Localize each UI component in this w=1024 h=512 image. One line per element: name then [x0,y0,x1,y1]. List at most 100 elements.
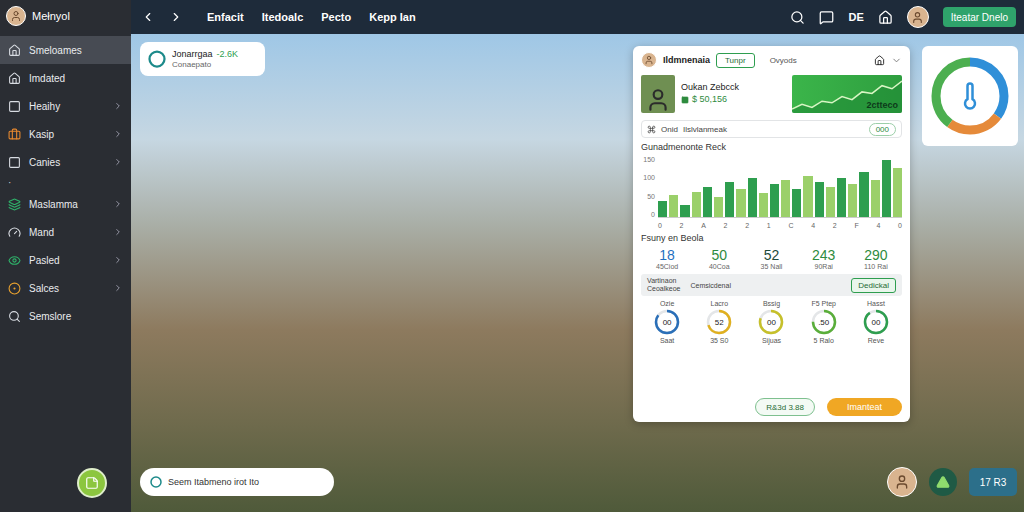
chevron-right-icon [113,255,123,265]
bottom-actions: 17 R3 [887,467,1017,497]
nav-links: Enfacit Itedoalc Pecto Kepp Ian [207,11,416,23]
bar[interactable] [803,176,812,217]
back-icon[interactable] [141,10,155,24]
donut-segment [936,62,1004,130]
chevron-down-icon[interactable] [891,55,902,66]
money-icon [681,96,689,104]
search-icon[interactable] [790,10,805,25]
sidebar-item[interactable]: Salces [0,274,131,302]
ring-value: 00 [758,309,784,335]
status-icon [148,50,166,68]
city-photo: Jonarrgaa-2.6KConaepatoIldmnenaiaTunprOv… [131,34,1024,512]
summary-title: Jonarrgaa-2.6K [172,49,238,60]
x-label: 4 [811,222,815,229]
x-label: F [854,222,858,229]
bar[interactable] [848,184,857,217]
up-button[interactable] [929,468,957,496]
bar[interactable] [770,184,779,217]
sidebar-label: Semslore [29,311,123,322]
bar[interactable] [893,168,902,217]
bar[interactable] [837,178,846,217]
primary-button[interactable]: Imanteat [827,398,902,416]
top-actions: DE Iteatar Dnelo [790,6,1016,28]
nav-link[interactable]: Itedoalc [262,11,304,23]
profile-chart: 2ctteco [792,75,902,113]
profile-name: Oukan Zebcck [681,82,786,94]
card-tab[interactable]: Ovyods [761,53,806,68]
chart-label: 2ctteco [866,100,898,110]
sub-button[interactable]: Dedickal [851,278,896,293]
stat: 5040Coa [693,247,745,270]
bar[interactable] [714,197,723,217]
bar[interactable] [725,182,734,217]
user-icon [894,474,910,490]
chevron-right-icon [113,199,123,209]
top-button[interactable]: Iteatar Dnelo [943,7,1016,27]
stat-value: 52 [764,247,780,263]
bar[interactable] [703,187,712,218]
sidebar-item[interactable]: Pasled [0,246,131,274]
stat-value: 18 [659,247,675,263]
avatar [6,6,26,26]
person-icon [645,87,671,113]
x-label: A [701,222,706,229]
y-tick: 100 [641,174,655,181]
sidebar-item[interactable]: Heaihy [0,92,131,120]
message-icon[interactable] [819,10,834,25]
bar[interactable] [871,180,880,217]
nav-link[interactable]: Kepp Ian [369,11,415,23]
bar[interactable] [882,160,891,217]
stat: 1845Ciod [641,247,693,270]
bar[interactable] [826,187,835,218]
avatar[interactable] [887,467,917,497]
bar[interactable] [680,205,689,217]
avatar[interactable] [907,6,929,28]
sidebar-user[interactable]: Mełnyol [0,4,131,28]
main: Enfacit Itedoalc Pecto Kepp Ian DE Iteatar Dn… [131,0,1024,512]
sidebar-item[interactable]: Kasip [0,120,131,148]
sidebar-item[interactable]: Semslore [0,302,131,330]
sidebar-item[interactable]: Smeloames [0,36,131,64]
bar[interactable] [759,193,768,217]
summary-text: Jonarrgaa-2.6KConaepato [172,49,238,69]
bar[interactable] [748,178,757,217]
bar[interactable] [781,180,790,217]
info-badge: 000 [869,123,896,136]
notes-button[interactable] [77,468,107,498]
bar[interactable] [859,172,868,217]
ring-item: Ozie00Saat [641,300,693,344]
bar[interactable] [792,189,801,217]
ring: 00 [863,309,889,335]
bar[interactable] [669,195,678,217]
sidebar-item[interactable]: Maslamma [0,190,131,218]
sidebar-label: Canies [29,157,105,168]
sidebar-item[interactable]: Imdated [0,64,131,92]
sub-label: VartinaonCeoalkeoe [647,277,680,293]
sidebar-item[interactable]: Mand [0,218,131,246]
bar[interactable] [692,192,701,217]
nav-link[interactable]: Enfacit [207,11,244,23]
summary-card[interactable]: Jonarrgaa-2.6KConaepato [140,42,265,76]
bar[interactable] [815,182,824,217]
bar[interactable] [736,189,745,217]
home-icon[interactable] [874,55,885,66]
ring-label: F5 Ptep [811,300,836,307]
x-label: 4 [876,222,880,229]
gauge-center [922,46,1018,146]
sidebar-item[interactable]: Canies [0,148,131,176]
nav-link[interactable]: Pecto [321,11,351,23]
ring-item: Hasst00Reve [850,300,902,344]
y-tick: 50 [641,193,655,200]
card-tab[interactable]: Tunpr [716,53,755,68]
bar[interactable] [658,201,667,217]
menu-icon [8,254,21,267]
forward-icon[interactable] [169,10,183,24]
search-field[interactable]: Seem Itabmeno irot Ito [140,468,334,496]
user-icon [644,55,654,65]
count-badge[interactable]: 17 R3 [969,468,1017,496]
secondary-button[interactable]: R&3d 3.88 [755,398,815,416]
home-icon[interactable] [878,10,893,25]
language-switch[interactable]: DE [848,11,863,23]
ring-item: F5 Ptep.505 Ralo [798,300,850,344]
summary-delta: -2.6K [217,49,239,59]
